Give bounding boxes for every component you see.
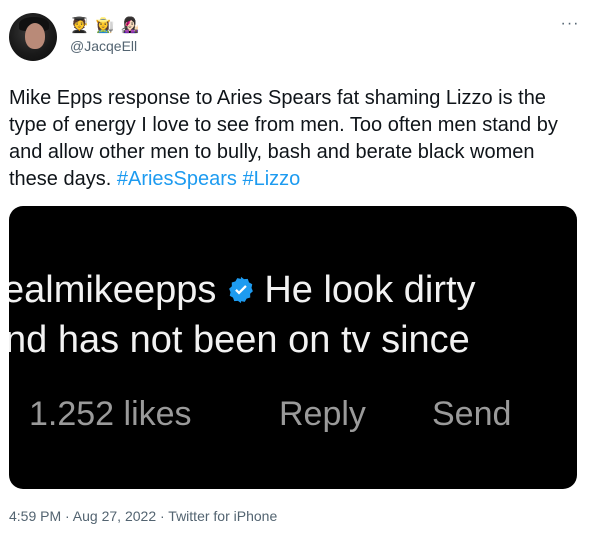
hashtag-aries-spears[interactable]: #AriesSpears	[117, 168, 237, 190]
comment-username: ealmikeepps	[9, 269, 217, 311]
comment-line-1: ealmikeepps He look dirty	[9, 268, 476, 312]
reply-label: Reply	[279, 395, 366, 433]
tweet-card: 🧑‍🎓 👩‍🌾 👩🏻‍🎤 @JacqeEll ··· Mike Epps res…	[0, 0, 595, 534]
user-handle[interactable]: @JacqeEll	[70, 38, 137, 54]
avatar-face	[25, 23, 45, 49]
verified-badge-icon	[226, 271, 256, 304]
tweet-text: Mike Epps response to Aries Spears fat s…	[9, 85, 587, 193]
tweet-image[interactable]: ealmikeepps He look dirty nd has not been…	[9, 206, 577, 489]
send-label: Send	[432, 395, 512, 433]
likes-count: 1.252 likes	[29, 395, 192, 433]
display-name[interactable]: 🧑‍🎓 👩‍🌾 👩🏻‍🎤	[70, 16, 141, 34]
more-options-button[interactable]: ···	[556, 14, 584, 34]
hashtag-lizzo[interactable]: #Lizzo	[242, 168, 300, 190]
comment-line-2: nd has not been on tv since	[9, 319, 470, 361]
avatar[interactable]	[9, 13, 57, 61]
tweet-timestamp[interactable]: 4:59 PM · Aug 27, 2022 · Twitter for iPh…	[9, 508, 277, 524]
comment-text-1: He look dirty	[264, 269, 476, 311]
